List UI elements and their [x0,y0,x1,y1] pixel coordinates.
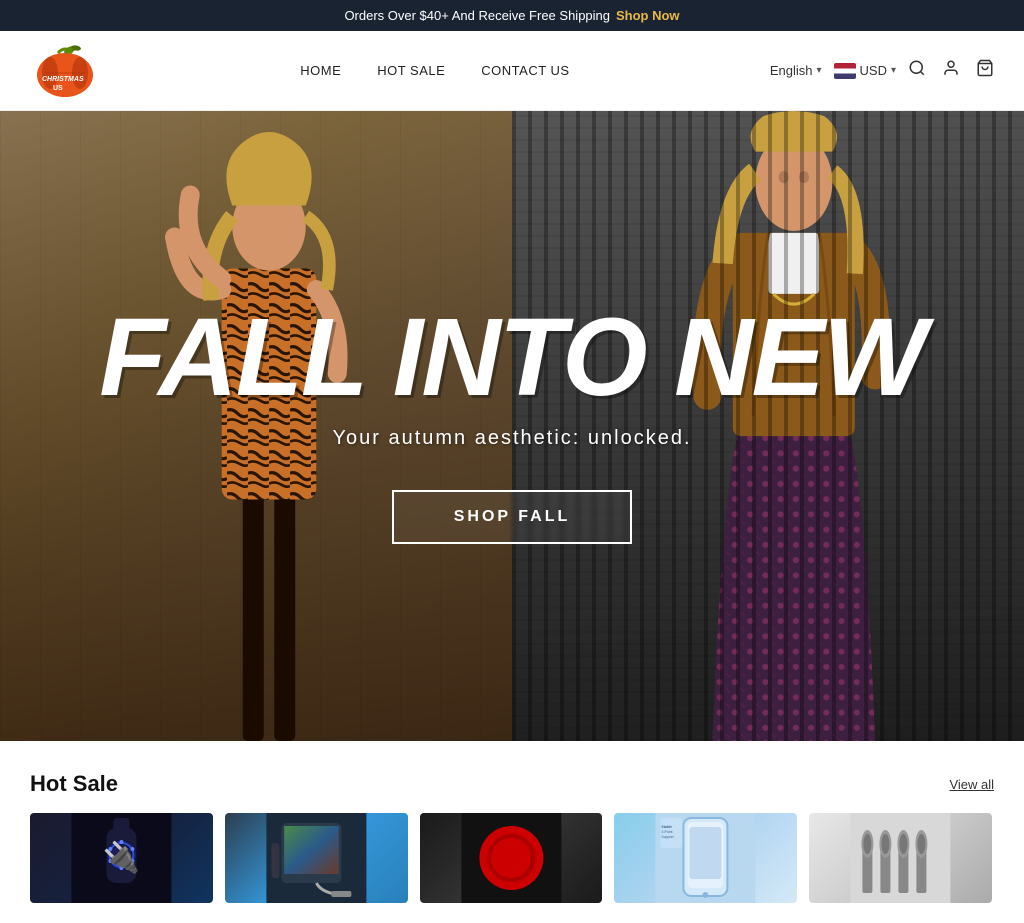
products-row: Stable 3-Point Support [30,813,994,903]
announcement-text: Orders Over $40+ And Receive Free Shippi… [344,8,610,23]
language-label: English [770,63,813,78]
nav-home[interactable]: HOME [300,63,341,78]
view-all-link[interactable]: View all [949,777,994,792]
product-card[interactable] [809,813,992,903]
product-card[interactable] [225,813,408,903]
header-icons [908,59,994,82]
search-icon[interactable] [908,59,926,82]
hot-sale-section: Hot Sale View all [0,741,1024,923]
main-nav: HOME HOT SALE CONTACT US [300,63,569,78]
language-selector[interactable]: English ▾ [770,63,822,78]
account-icon[interactable] [942,59,960,82]
logo-area[interactable]: CHRISTMAS US [30,43,100,98]
section-header: Hot Sale View all [30,771,994,797]
hero-content: FALL INTO NEW Your autumn aesthetic: unl… [0,111,1024,741]
hot-sale-title: Hot Sale [30,771,118,797]
site-header: CHRISTMAS US HOME HOT SALE CONTACT US En… [0,31,1024,111]
announcement-link[interactable]: Shop Now [616,8,680,23]
language-chevron-icon: ▾ [816,65,821,76]
header-right: English ▾ USD ▾ [770,59,994,82]
flag-icon [834,63,856,79]
svg-text:US: US [53,85,63,92]
nav-contact-us[interactable]: CONTACT US [481,63,569,78]
product-card[interactable] [420,813,603,903]
svg-text:Stable: Stable [662,825,673,829]
currency-label: USD [860,63,887,78]
currency-selector[interactable]: USD ▾ [834,63,896,79]
svg-text:3-Point: 3-Point [662,830,673,834]
hero-cta-button[interactable]: SHOP FALL [392,490,633,544]
svg-text:Support: Support [662,835,674,839]
product-card[interactable] [30,813,213,903]
cart-icon[interactable] [976,59,994,82]
logo-icon: CHRISTMAS US [30,43,100,98]
hero-banner: FALL INTO NEW Your autumn aesthetic: unl… [0,111,1024,741]
nav-hot-sale[interactable]: HOT SALE [377,63,445,78]
svg-text:CHRISTMAS: CHRISTMAS [42,76,84,83]
hero-subtitle: Your autumn aesthetic: unlocked. [332,427,691,450]
product-card[interactable]: Stable 3-Point Support [614,813,797,903]
hero-title: FALL INTO NEW [99,308,924,407]
currency-chevron-icon: ▾ [891,65,896,76]
announcement-bar: Orders Over $40+ And Receive Free Shippi… [0,0,1024,31]
